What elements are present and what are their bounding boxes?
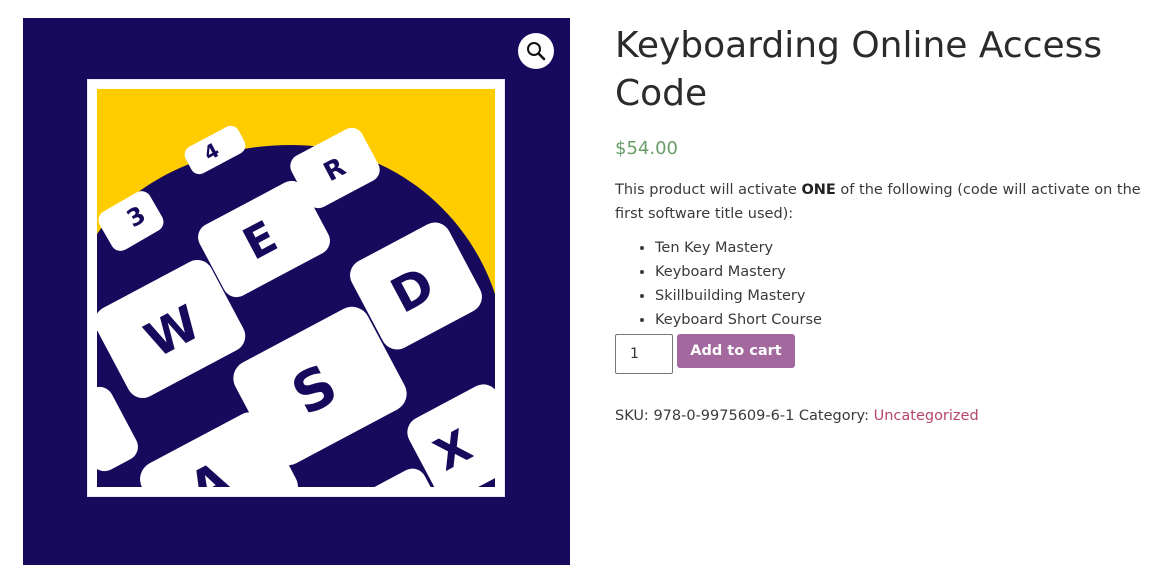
sku-label: SKU: [615,408,649,424]
product-price: $54.00 [615,138,678,159]
list-item: Keyboard Mastery [655,260,1163,284]
product-title: Keyboarding Online Access Code [615,25,1103,114]
breadcrumb [0,0,300,4]
sku-value: 978-0-9975609-6-1 [653,408,795,424]
description-prefix: This product will activate [615,182,802,198]
list-item: Skillbuilding Mastery [655,284,1163,308]
feature-list: Ten Key Mastery Keyboard Mastery Skillbu… [615,236,1163,332]
list-item: Ten Key Mastery [655,236,1163,260]
product-image[interactable]: 3 4 R E W D S X A [87,79,505,497]
magnifier-icon [527,42,546,61]
quantity-input[interactable] [615,334,673,374]
category-label: Category: [798,408,869,424]
product-meta: SKU: 978-0-9975609-6-1 Category: Uncateg… [615,408,979,424]
product-description: This product will activate ONE of the fo… [615,178,1163,226]
product-gallery: 3 4 R E W D S X A [23,18,570,565]
category-link[interactable]: Uncategorized [874,408,979,424]
product-summary: Keyboarding Online Access Code $54.00 Th… [615,22,1163,424]
list-item: Keyboard Short Course [655,308,1163,332]
description-emphasis: ONE [801,182,836,198]
add-to-cart-button[interactable]: Add to cart [677,334,795,368]
zoom-button[interactable] [518,33,554,69]
